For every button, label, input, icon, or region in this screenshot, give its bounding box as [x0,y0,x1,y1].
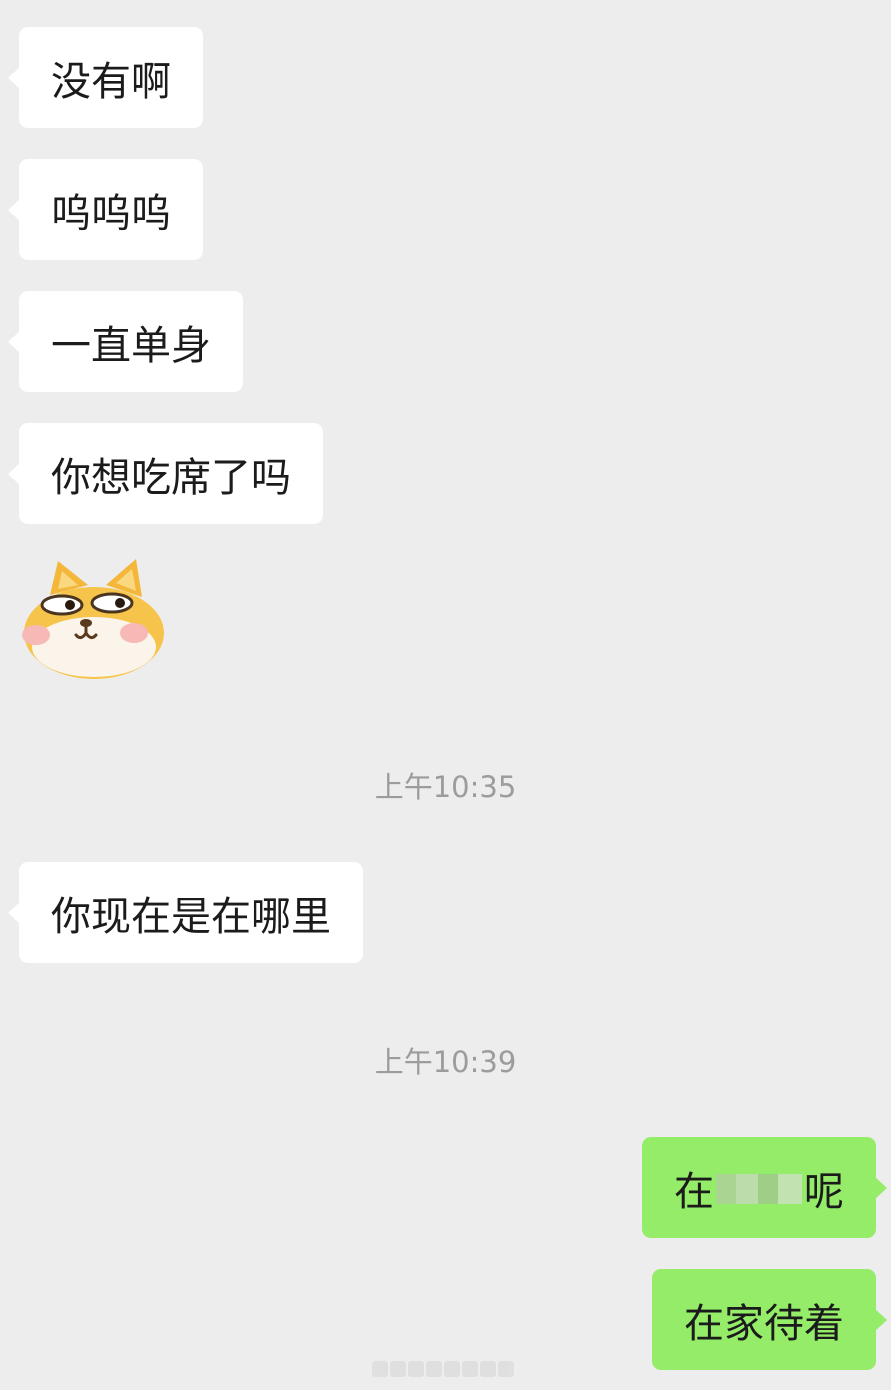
incoming-message-bubble[interactable]: 没有啊 [8,27,203,128]
incoming-message-bubble[interactable]: 一直单身 [8,291,243,392]
outgoing-message-bubble[interactable]: 在 呢 [642,1137,887,1238]
chat-message-list[interactable]: 没有啊 呜呜呜 一直单身 你想吃席了吗 上午10:35 你现在是在哪里 上午10… [0,0,891,1390]
incoming-message-bubble[interactable]: 你想吃席了吗 [8,423,323,524]
message-text: 你现在是在哪里 [51,893,331,940]
message-text: 呜呜呜 [51,190,171,237]
message-text: 在家待着 [684,1300,844,1347]
incoming-message-bubble[interactable]: 你现在是在哪里 [8,862,363,963]
outgoing-message-bubble[interactable]: 在家待着 [652,1269,887,1370]
message-text: 你想吃席了吗 [51,454,291,501]
censored-text-mosaic [714,1168,804,1208]
incoming-message-bubble[interactable]: 呜呜呜 [8,159,203,260]
message-text: 一直单身 [51,322,211,369]
message-timestamp: 上午10:35 [374,770,517,804]
message-text-before: 在 [674,1168,714,1215]
message-timestamp: 上午10:39 [374,1045,517,1079]
blurred-watermark [372,1361,520,1381]
message-text-after: 呢 [804,1168,844,1215]
message-text: 没有啊 [51,58,171,105]
shiba-dog-side-eye-sticker[interactable] [18,555,168,685]
